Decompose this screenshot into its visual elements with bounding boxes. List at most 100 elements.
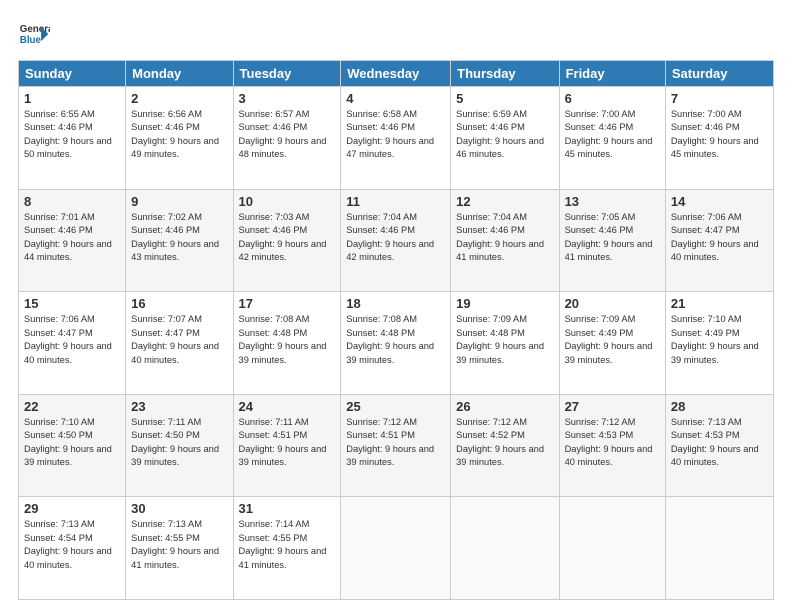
calendar-cell: 9 Sunrise: 7:02 AMSunset: 4:46 PMDaylight… bbox=[126, 189, 233, 292]
calendar-cell: 29Sunrise: 7:13 AMSunset: 4:54 PMDayligh… bbox=[19, 497, 126, 600]
day-number: 1 bbox=[24, 91, 120, 106]
day-number: 5 bbox=[456, 91, 553, 106]
calendar-cell bbox=[341, 497, 451, 600]
cell-info: Sunrise: 7:02 AMSunset: 4:46 PMDaylight:… bbox=[131, 212, 219, 262]
day-number: 11 bbox=[346, 194, 445, 209]
week-row-4: 22 Sunrise: 7:10 AMSunset: 4:50 PMDayligh… bbox=[19, 394, 774, 497]
day-number: 27 bbox=[565, 399, 660, 414]
cell-info: Sunrise: 7:08 AMSunset: 4:48 PMDaylight:… bbox=[346, 314, 434, 364]
calendar-cell: 8 Sunrise: 7:01 AMSunset: 4:46 PMDaylight… bbox=[19, 189, 126, 292]
day-number: 16 bbox=[131, 296, 227, 311]
day-number: 23 bbox=[131, 399, 227, 414]
day-number: 28 bbox=[671, 399, 768, 414]
cell-info: Sunrise: 7:13 AMSunset: 4:53 PMDaylight:… bbox=[671, 417, 759, 467]
calendar-cell: 10Sunrise: 7:03 AMSunset: 4:46 PMDayligh… bbox=[233, 189, 341, 292]
calendar-cell: 31 Sunrise: 7:14 AMSunset: 4:55 PMDayligh… bbox=[233, 497, 341, 600]
day-number: 17 bbox=[239, 296, 336, 311]
cell-info: Sunrise: 7:14 AMSunset: 4:55 PMDaylight:… bbox=[239, 519, 327, 569]
day-number: 4 bbox=[346, 91, 445, 106]
calendar-cell: 2 Sunrise: 6:56 AMSunset: 4:46 PMDaylight… bbox=[126, 87, 233, 190]
day-number: 18 bbox=[346, 296, 445, 311]
cell-info: Sunrise: 7:12 AMSunset: 4:51 PMDaylight:… bbox=[346, 417, 434, 467]
logo: General Blue bbox=[18, 18, 50, 50]
col-header-wednesday: Wednesday bbox=[341, 61, 451, 87]
cell-info: Sunrise: 7:03 AMSunset: 4:46 PMDaylight:… bbox=[239, 212, 327, 262]
calendar-cell: 14 Sunrise: 7:06 AMSunset: 4:47 PMDayligh… bbox=[665, 189, 773, 292]
cell-info: Sunrise: 6:59 AMSunset: 4:46 PMDaylight:… bbox=[456, 109, 544, 159]
cell-info: Sunrise: 7:05 AMSunset: 4:46 PMDaylight:… bbox=[565, 212, 653, 262]
cell-info: Sunrise: 7:13 AMSunset: 4:54 PMDaylight:… bbox=[24, 519, 112, 569]
cell-info: Sunrise: 6:57 AMSunset: 4:46 PMDaylight:… bbox=[239, 109, 327, 159]
calendar-cell: 24 Sunrise: 7:11 AMSunset: 4:51 PMDayligh… bbox=[233, 394, 341, 497]
day-number: 25 bbox=[346, 399, 445, 414]
day-number: 31 bbox=[239, 501, 336, 516]
calendar-cell bbox=[665, 497, 773, 600]
cell-info: Sunrise: 7:04 AMSunset: 4:46 PMDaylight:… bbox=[346, 212, 434, 262]
calendar-cell: 26 Sunrise: 7:12 AMSunset: 4:52 PMDayligh… bbox=[451, 394, 559, 497]
week-row-3: 15Sunrise: 7:06 AMSunset: 4:47 PMDayligh… bbox=[19, 292, 774, 395]
calendar-cell: 22 Sunrise: 7:10 AMSunset: 4:50 PMDayligh… bbox=[19, 394, 126, 497]
day-number: 15 bbox=[24, 296, 120, 311]
day-number: 6 bbox=[565, 91, 660, 106]
col-header-tuesday: Tuesday bbox=[233, 61, 341, 87]
cell-info: Sunrise: 7:10 AMSunset: 4:50 PMDaylight:… bbox=[24, 417, 112, 467]
day-number: 9 bbox=[131, 194, 227, 209]
cell-info: Sunrise: 7:12 AMSunset: 4:53 PMDaylight:… bbox=[565, 417, 653, 467]
week-row-2: 8 Sunrise: 7:01 AMSunset: 4:46 PMDaylight… bbox=[19, 189, 774, 292]
cell-info: Sunrise: 7:11 AMSunset: 4:50 PMDaylight:… bbox=[131, 417, 219, 467]
page: General Blue SundayMondayTuesdayWednesda… bbox=[0, 0, 792, 612]
calendar-cell: 18 Sunrise: 7:08 AMSunset: 4:48 PMDayligh… bbox=[341, 292, 451, 395]
day-number: 26 bbox=[456, 399, 553, 414]
calendar-cell: 15Sunrise: 7:06 AMSunset: 4:47 PMDayligh… bbox=[19, 292, 126, 395]
day-number: 24 bbox=[239, 399, 336, 414]
cell-info: Sunrise: 7:13 AMSunset: 4:55 PMDaylight:… bbox=[131, 519, 219, 569]
cell-info: Sunrise: 7:09 AMSunset: 4:48 PMDaylight:… bbox=[456, 314, 544, 364]
calendar-cell: 23 Sunrise: 7:11 AMSunset: 4:50 PMDayligh… bbox=[126, 394, 233, 497]
day-number: 2 bbox=[131, 91, 227, 106]
calendar-cell: 25 Sunrise: 7:12 AMSunset: 4:51 PMDayligh… bbox=[341, 394, 451, 497]
day-number: 8 bbox=[24, 194, 120, 209]
calendar-cell: 3 Sunrise: 6:57 AMSunset: 4:46 PMDaylight… bbox=[233, 87, 341, 190]
col-header-friday: Friday bbox=[559, 61, 665, 87]
calendar-cell: 7Sunrise: 7:00 AMSunset: 4:46 PMDaylight… bbox=[665, 87, 773, 190]
day-number: 14 bbox=[671, 194, 768, 209]
header: General Blue bbox=[18, 18, 774, 50]
day-number: 22 bbox=[24, 399, 120, 414]
calendar-cell: 19Sunrise: 7:09 AMSunset: 4:48 PMDayligh… bbox=[451, 292, 559, 395]
calendar-cell: 12Sunrise: 7:04 AMSunset: 4:46 PMDayligh… bbox=[451, 189, 559, 292]
calendar-cell: 6 Sunrise: 7:00 AMSunset: 4:46 PMDaylight… bbox=[559, 87, 665, 190]
day-number: 3 bbox=[239, 91, 336, 106]
day-number: 30 bbox=[131, 501, 227, 516]
cell-info: Sunrise: 7:08 AMSunset: 4:48 PMDaylight:… bbox=[239, 314, 327, 364]
logo-icon: General Blue bbox=[18, 18, 50, 50]
cell-info: Sunrise: 6:55 AMSunset: 4:46 PMDaylight:… bbox=[24, 109, 112, 159]
cell-info: Sunrise: 7:11 AMSunset: 4:51 PMDaylight:… bbox=[239, 417, 327, 467]
cell-info: Sunrise: 7:00 AMSunset: 4:46 PMDaylight:… bbox=[565, 109, 653, 159]
calendar-table: SundayMondayTuesdayWednesdayThursdayFrid… bbox=[18, 60, 774, 600]
col-header-monday: Monday bbox=[126, 61, 233, 87]
cell-info: Sunrise: 7:06 AMSunset: 4:47 PMDaylight:… bbox=[671, 212, 759, 262]
col-header-sunday: Sunday bbox=[19, 61, 126, 87]
cell-info: Sunrise: 7:07 AMSunset: 4:47 PMDaylight:… bbox=[131, 314, 219, 364]
day-number: 21 bbox=[671, 296, 768, 311]
calendar-cell: 30 Sunrise: 7:13 AMSunset: 4:55 PMDayligh… bbox=[126, 497, 233, 600]
calendar-cell: 27 Sunrise: 7:12 AMSunset: 4:53 PMDayligh… bbox=[559, 394, 665, 497]
calendar-cell: 28 Sunrise: 7:13 AMSunset: 4:53 PMDayligh… bbox=[665, 394, 773, 497]
calendar-cell: 17 Sunrise: 7:08 AMSunset: 4:48 PMDayligh… bbox=[233, 292, 341, 395]
header-row: SundayMondayTuesdayWednesdayThursdayFrid… bbox=[19, 61, 774, 87]
calendar-cell: 21Sunrise: 7:10 AMSunset: 4:49 PMDayligh… bbox=[665, 292, 773, 395]
cell-info: Sunrise: 6:58 AMSunset: 4:46 PMDaylight:… bbox=[346, 109, 434, 159]
cell-info: Sunrise: 6:56 AMSunset: 4:46 PMDaylight:… bbox=[131, 109, 219, 159]
calendar-cell: 4 Sunrise: 6:58 AMSunset: 4:46 PMDaylight… bbox=[341, 87, 451, 190]
cell-info: Sunrise: 7:12 AMSunset: 4:52 PMDaylight:… bbox=[456, 417, 544, 467]
calendar-cell bbox=[559, 497, 665, 600]
cell-info: Sunrise: 7:09 AMSunset: 4:49 PMDaylight:… bbox=[565, 314, 653, 364]
calendar-cell: 13Sunrise: 7:05 AMSunset: 4:46 PMDayligh… bbox=[559, 189, 665, 292]
calendar-cell bbox=[451, 497, 559, 600]
calendar-cell: 1 Sunrise: 6:55 AMSunset: 4:46 PMDaylight… bbox=[19, 87, 126, 190]
day-number: 12 bbox=[456, 194, 553, 209]
cell-info: Sunrise: 7:01 AMSunset: 4:46 PMDaylight:… bbox=[24, 212, 112, 262]
svg-text:Blue: Blue bbox=[20, 35, 42, 46]
calendar-cell: 11 Sunrise: 7:04 AMSunset: 4:46 PMDayligh… bbox=[341, 189, 451, 292]
col-header-thursday: Thursday bbox=[451, 61, 559, 87]
